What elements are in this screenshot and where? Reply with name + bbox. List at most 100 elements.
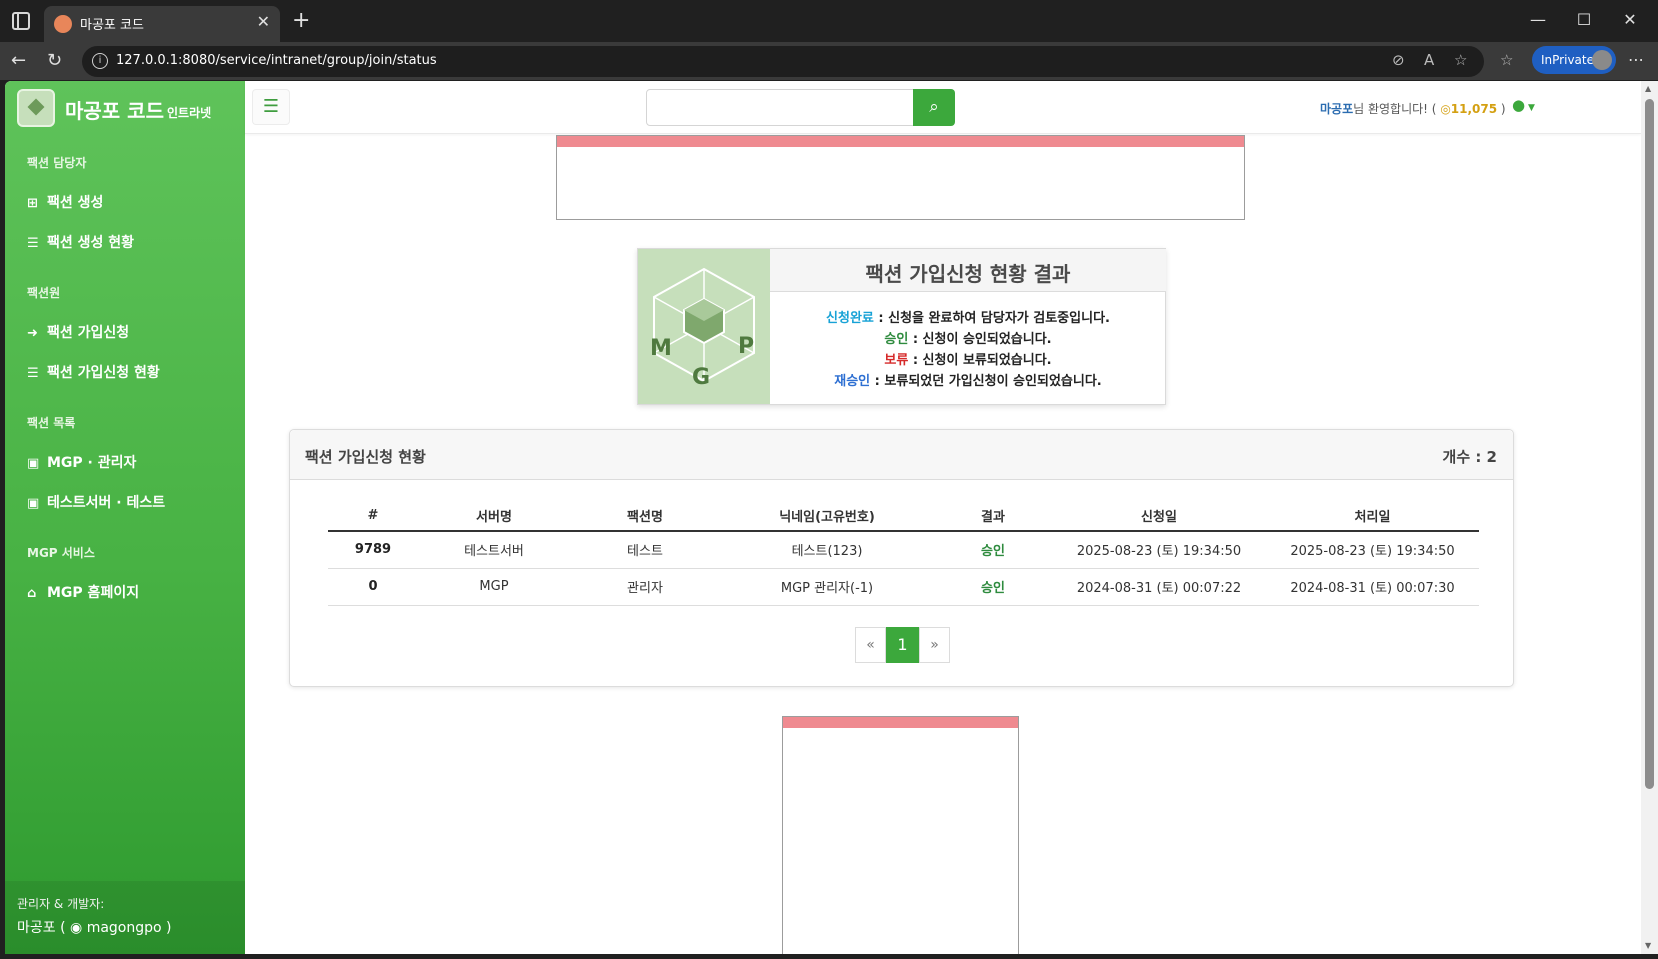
sidebar-item-join-status[interactable]: ☰ 팩션 가입신청 현황 — [27, 362, 160, 382]
section-heading-faction-list: 팩션 목록 — [27, 416, 76, 430]
mgp-cube-icon: M G P — [650, 267, 755, 390]
cell-server: MGP — [418, 568, 570, 606]
col-header: 서버명 — [418, 500, 570, 532]
table-row[interactable]: 0 MGP 관리자 MGP 관리자(-1) 승인 2024-08-31 (토) … — [328, 568, 1479, 606]
record-count: 개수 : 2 — [1442, 448, 1497, 466]
discord-handle[interactable]: magongpo — [87, 920, 162, 936]
caret-down-icon: ▼ — [1525, 103, 1535, 113]
mgp-logo-image: M G P — [638, 249, 770, 404]
tab-actions-icon[interactable] — [12, 12, 30, 30]
sidebar-item-label: 팩션 생성 — [47, 195, 104, 211]
tab-close-icon[interactable]: ✕ — [257, 12, 270, 31]
sidebar-item-create-faction[interactable]: ⊞ 팩션 생성 — [27, 192, 103, 212]
cell-id: 9789 — [328, 531, 418, 569]
developer-name: 마공포 ( — [17, 920, 71, 936]
browser-tab[interactable]: 마공포 코드 ✕ — [44, 6, 280, 42]
favorites-icon[interactable]: ☆ — [1500, 51, 1513, 69]
pagination-prev[interactable]: « — [855, 627, 886, 663]
sidebar-item-label: 테스트서버 · 테스트 — [47, 495, 166, 511]
page-viewport: 마공포 코드 인트라넷 팩션 담당자 ⊞ 팩션 생성 ☰ 팩션 생성 현황 팩션원 … — [5, 81, 1641, 954]
card-header: 팩션 가입신청 현황 개수 : 2 — [290, 430, 1513, 480]
page-scrollbar[interactable]: ▲ ▼ — [1641, 81, 1658, 954]
footer-developer: 마공포 ( ◉ magongpo ) — [17, 917, 172, 937]
list-check-icon: ☰ — [27, 366, 39, 381]
tracking-prevention-icon[interactable]: ⊘ — [1392, 51, 1405, 69]
cell-faction: 관리자 — [570, 568, 720, 606]
home-icon: ⌂ — [27, 586, 37, 601]
user-menu-button[interactable]: ● ▼ — [1512, 96, 1535, 114]
ad-banner-bottom — [782, 716, 1019, 954]
ad-bar — [783, 717, 1018, 728]
sign-in-icon: ➜ — [27, 326, 38, 341]
sidebar-item-create-status[interactable]: ☰ 팩션 생성 현황 — [27, 232, 134, 252]
welcome-close: ) — [1497, 102, 1506, 116]
logo-letter-p: P — [738, 334, 754, 359]
sidebar-item-join-request[interactable]: ➜ 팩션 가입신청 — [27, 322, 129, 342]
cell-requested: 2024-08-31 (토) 00:07:22 — [1052, 568, 1266, 606]
sidebar-toggle-button[interactable]: ☰ — [252, 89, 290, 125]
sidebar-item-label: 팩션 가입신청 현황 — [47, 365, 160, 381]
site-info-icon[interactable]: i — [92, 53, 108, 69]
pagination-next[interactable]: » — [919, 627, 950, 663]
profile-avatar-icon — [1592, 50, 1612, 70]
legend-line-pending: 신청완료 : 신청을 완료하여 담당자가 검토중입니다. — [770, 307, 1166, 328]
table-row[interactable]: 9789 테스트서버 테스트 테스트(123) 승인 2025-08-23 (토… — [328, 531, 1479, 569]
plus-square-icon: ⊞ — [27, 196, 38, 211]
back-icon[interactable]: ← — [11, 50, 26, 71]
ad-bar — [557, 136, 1244, 147]
cell-processed: 2024-08-31 (토) 00:07:30 — [1266, 568, 1479, 606]
cell-requested: 2025-08-23 (토) 19:34:50 — [1052, 531, 1266, 569]
welcome-text: 님 환영합니다! ( — [1353, 102, 1441, 116]
section-heading-faction-member: 팩션원 — [27, 286, 61, 300]
legend-lines: 신청완료 : 신청을 완료하여 담당자가 검토중입니다. 승인 : 신청이 승인… — [770, 307, 1166, 391]
top-navbar: ☰ ⌕ 마공포님 환영합니다! ( ◎11,075 ) ● ▼ — [245, 81, 1641, 134]
status-legend-card: M G P 팩션 가입신청 현황 결과 신청완료 : 신청을 완료하여 담당자가… — [637, 248, 1166, 405]
col-header: 처리일 — [1266, 500, 1479, 532]
logo-letter-g: G — [692, 365, 710, 390]
address-bar-row: ← ↻ i 127.0.0.1:8080/service/intranet/gr… — [0, 42, 1658, 80]
search-input[interactable] — [646, 89, 914, 126]
url-field[interactable]: i 127.0.0.1:8080/service/intranet/group/… — [82, 46, 1484, 77]
minimize-icon[interactable]: — — [1528, 10, 1548, 29]
inprivate-label: InPrivate — [1541, 53, 1594, 67]
browser-tab-strip: 마공포 코드 ✕ + — ☐ ✕ — [0, 0, 1658, 42]
col-header: 결과 — [934, 500, 1052, 532]
ad-banner-top — [556, 135, 1245, 220]
sidebar: 마공포 코드 인트라넷 팩션 담당자 ⊞ 팩션 생성 ☰ 팩션 생성 현황 팩션원 … — [5, 81, 245, 954]
read-aloud-icon[interactable]: A — [1424, 51, 1434, 69]
legend-key: 재승인 — [834, 374, 871, 389]
legend-desc: : 보류되었던 가입신청이 승인되었습니다. — [870, 374, 1102, 389]
cell-server: 테스트서버 — [418, 531, 570, 569]
brand[interactable]: 마공포 코드 인트라넷 — [5, 81, 245, 137]
legend-key: 신청완료 — [826, 311, 874, 326]
sidebar-item-mgp-home[interactable]: ⌂ MGP 홈페이지 — [27, 582, 139, 602]
cell-processed: 2025-08-23 (토) 19:34:50 — [1266, 531, 1479, 569]
pagination-page-1[interactable]: 1 — [886, 627, 919, 663]
close-window-icon[interactable]: ✕ — [1620, 10, 1640, 29]
scroll-up-icon[interactable]: ▲ — [1645, 84, 1651, 93]
card-title: 팩션 가입신청 현황 — [305, 448, 426, 466]
sidebar-item-mgp-admin[interactable]: ▣ MGP · 관리자 — [27, 452, 136, 472]
scroll-down-icon[interactable]: ▼ — [1645, 941, 1651, 950]
search-button[interactable]: ⌕ — [913, 89, 955, 126]
sidebar-footer: 관리자 & 개발자: 마공포 ( ◉ magongpo ) — [5, 881, 245, 954]
cell-id: 0 — [328, 568, 418, 606]
favorite-star-icon[interactable]: ☆ — [1454, 51, 1467, 69]
inprivate-button[interactable]: InPrivate — [1532, 46, 1616, 74]
scroll-thumb[interactable] — [1645, 99, 1654, 789]
pagination: « 1 » — [855, 627, 950, 663]
col-header: 팩션명 — [570, 500, 720, 532]
legend-title-bar: 팩션 가입신청 현황 결과 — [770, 249, 1166, 292]
list-check-icon: ☰ — [27, 236, 39, 251]
legend-title: 팩션 가입신청 현황 결과 — [865, 262, 1071, 286]
legend-line-approved: 승인 : 신청이 승인되었습니다. — [770, 328, 1166, 349]
more-menu-icon[interactable]: ⋯ — [1628, 50, 1644, 69]
search-icon: ⌕ — [929, 97, 939, 117]
maximize-icon[interactable]: ☐ — [1574, 10, 1594, 29]
sidebar-item-test-server[interactable]: ▣ 테스트서버 · 테스트 — [27, 492, 165, 512]
url-text: 127.0.0.1:8080/service/intranet/group/jo… — [116, 53, 437, 68]
refresh-icon[interactable]: ↻ — [47, 50, 62, 71]
table-header-row: # 서버명 팩션명 닉네임(고유번호) 결과 신청일 처리일 — [328, 500, 1479, 532]
brand-name: 마공포 코드 — [65, 99, 164, 123]
new-tab-icon[interactable]: + — [292, 8, 310, 33]
